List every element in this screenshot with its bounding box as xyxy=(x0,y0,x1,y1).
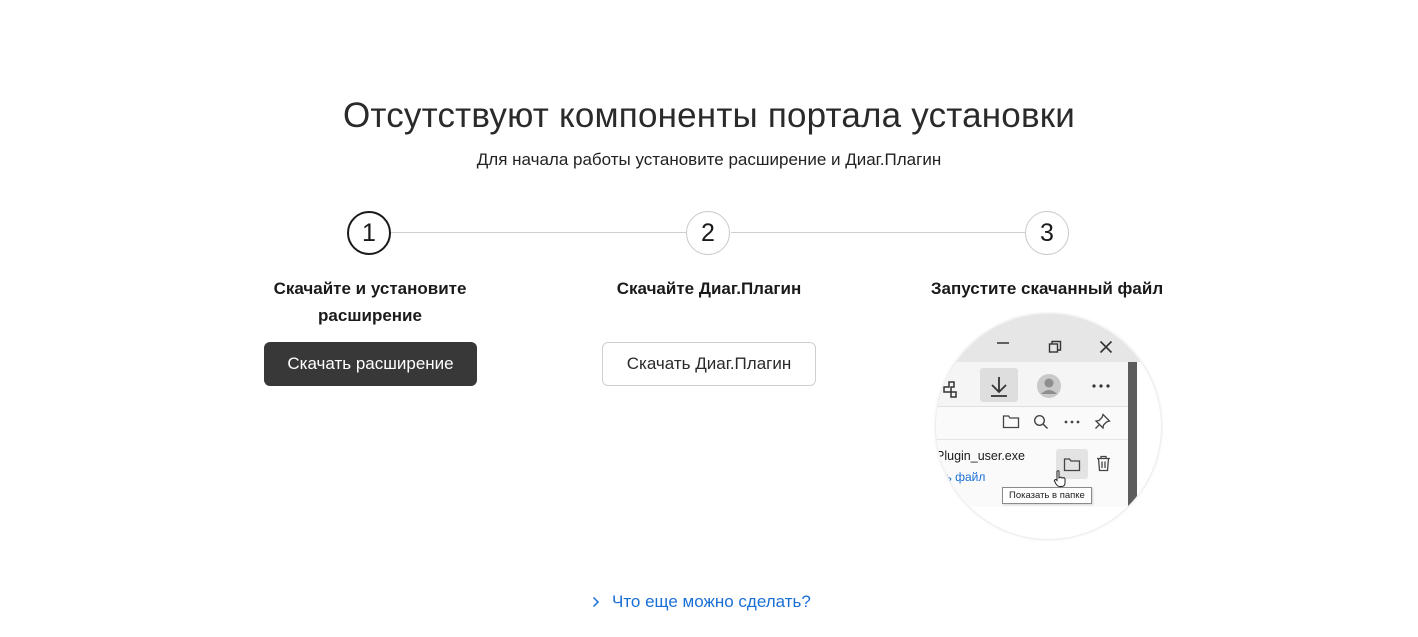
chevron-right-icon xyxy=(592,596,600,608)
page-subtitle: Для начала работы установите расширение … xyxy=(476,150,942,169)
open-file-link: ть файл xyxy=(940,470,986,484)
cursor-icon xyxy=(1053,470,1066,487)
download-plugin-button[interactable]: Скачать Диаг.Плагин xyxy=(602,342,816,386)
trash-icon xyxy=(1097,455,1110,472)
panel-divider xyxy=(936,439,1128,440)
step-1-number: 1 xyxy=(362,218,376,247)
more-options-link[interactable]: Что еще можно сделать? xyxy=(592,592,811,612)
download-icon xyxy=(991,377,1007,397)
pin-icon xyxy=(1094,413,1111,430)
step-2-number: 2 xyxy=(701,218,715,247)
step-2-indicator: 2 xyxy=(686,211,730,255)
step-1-indicator: 1 xyxy=(347,211,391,255)
illustration-titlebar xyxy=(936,314,1161,362)
folder-icon xyxy=(1002,415,1020,429)
downloads-illustration: Plugin_user.exe ть файл Показать в папке xyxy=(936,314,1161,539)
step-3-label-line1: Запустите скачанный файл xyxy=(930,279,1164,298)
download-extension-button[interactable]: Скачать расширение xyxy=(264,342,477,386)
extensions-icon xyxy=(943,381,957,398)
step-3-number: 3 xyxy=(1040,218,1054,247)
more-icon xyxy=(1064,420,1080,424)
minimize-icon xyxy=(997,342,1009,344)
step-connector-2 xyxy=(731,232,1026,233)
close-icon xyxy=(1099,340,1113,354)
restore-icon xyxy=(1048,340,1062,353)
page-title: Отсутствуют компоненты портала установки xyxy=(342,96,1076,135)
more-icon xyxy=(1092,384,1110,388)
more-options-label: Что еще можно сделать? xyxy=(612,592,811,611)
illustration-panel-edge xyxy=(1128,362,1137,507)
step-1-label: Скачайте и установите расширение xyxy=(240,275,500,329)
step-2-label: Скачайте Диаг.Плагин xyxy=(579,275,839,302)
step-connector-1 xyxy=(391,232,686,233)
step-2-label-line1: Скачайте Диаг.Плагин xyxy=(616,279,802,298)
step-3-label: Запустите скачанный файл xyxy=(917,275,1177,302)
download-filename: Plugin_user.exe xyxy=(936,449,1025,463)
show-in-folder-tooltip: Показать в папке xyxy=(1002,487,1092,504)
profile-icon xyxy=(1037,374,1061,398)
step-3-indicator: 3 xyxy=(1025,211,1069,255)
search-icon xyxy=(1033,414,1049,430)
step-1-label-line1: Скачайте и установите xyxy=(273,279,467,298)
step-1-label-line2: расширение xyxy=(318,306,422,325)
